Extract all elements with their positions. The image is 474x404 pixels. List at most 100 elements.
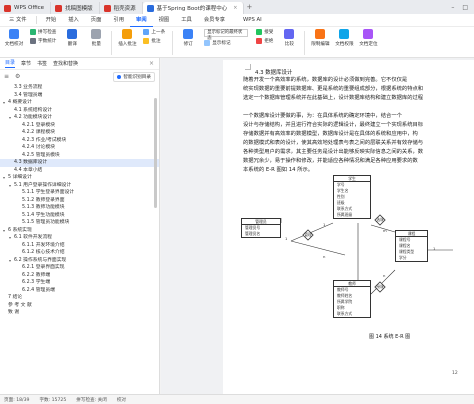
toc-item[interactable]: 4.2.5 管理员模块: [0, 152, 159, 160]
toc-item[interactable]: 4.1 系统结构设计: [0, 107, 159, 115]
maximize-icon[interactable]: □: [462, 4, 468, 11]
toc-item[interactable]: 3.4 管理员端: [0, 92, 159, 100]
toc-item[interactable]: ▾ 4.2 功能模块设计: [0, 114, 159, 122]
toc-item[interactable]: 6.1.1 开发环境介绍: [0, 242, 159, 250]
markup-icon: [204, 40, 211, 46]
track-changes-label: 修订: [183, 42, 193, 47]
doc-permission-button[interactable]: 文档权限: [333, 29, 355, 55]
tab-wps-office[interactable]: WPS Office: [0, 2, 52, 14]
translate-label: 翻译: [67, 42, 77, 47]
add-tab-button[interactable]: +: [244, 3, 254, 11]
close-icon[interactable]: ×: [149, 60, 154, 67]
toc-item[interactable]: ▾ 5.1 用户登录操作详细设计: [0, 182, 159, 190]
word-count-status[interactable]: 字数: 15725: [39, 397, 66, 403]
toc-item[interactable]: 6.2.3 学生端: [0, 279, 159, 287]
er-cardinality: m: [383, 228, 387, 233]
comment-menu-button[interactable]: 批注: [143, 38, 165, 44]
close-icon[interactable]: ×: [233, 5, 237, 11]
menu-home[interactable]: 开始: [40, 14, 63, 27]
toc-item-label: 4 概要设计: [8, 100, 32, 105]
smart-toc-label: 智能识别目录: [123, 74, 151, 80]
menu-file[interactable]: 三 文件: [3, 14, 33, 27]
comment-menu-label: 批注: [151, 39, 161, 44]
chevron-down-icon[interactable]: ▾: [9, 234, 11, 242]
toc-item[interactable]: 4.2.2 课程模块: [0, 129, 159, 137]
doc-check-button[interactable]: 文档校对: [3, 29, 25, 55]
doc-locate-button[interactable]: 文档定位: [357, 29, 379, 55]
menu-divider: [35, 16, 37, 24]
toc-item[interactable]: ▾ 6 系统实现: [0, 227, 159, 235]
settings-icon[interactable]: ⚙: [15, 73, 20, 80]
collapse-icon[interactable]: ≡: [4, 73, 9, 80]
reject-button[interactable]: 拒绝: [256, 38, 273, 44]
spellcheck-status[interactable]: 拼写检查: 关闭: [76, 397, 107, 403]
minimize-icon[interactable]: –: [451, 4, 454, 11]
word-count-icon: [30, 38, 36, 44]
toc-item[interactable]: 3.3 业务流程: [0, 84, 159, 92]
chevron-down-icon[interactable]: ▾: [9, 114, 11, 122]
toc-item[interactable]: 6.2.2 教师端: [0, 272, 159, 280]
page-indicator[interactable]: 页面: 18/39: [4, 397, 29, 403]
track-changes-button[interactable]: 修订: [177, 29, 199, 55]
batch-button[interactable]: 批量: [85, 29, 107, 55]
toc-item[interactable]: 5.1.2 教师登录界面: [0, 197, 159, 205]
tab-resources[interactable]: 稻壳资源: [100, 2, 143, 14]
menu-tools[interactable]: 工具: [175, 14, 198, 27]
chevron-down-icon[interactable]: ▾: [3, 99, 5, 107]
toc-item[interactable]: 5.1.4 学生功能模块: [0, 212, 159, 220]
chevron-down-icon[interactable]: ▾: [3, 174, 5, 182]
nav-scrollbar[interactable]: [154, 98, 157, 208]
restrict-edit-button[interactable]: 限制编辑: [309, 29, 331, 55]
toc-item[interactable]: ▾ 4 概要设计: [0, 99, 159, 107]
nav-tab-bookmarks[interactable]: 书签: [37, 60, 47, 67]
toc-item[interactable]: 4.3 数据库设计: [0, 159, 159, 167]
toc-item[interactable]: 致 谢: [0, 309, 159, 317]
accept-group: 接受 拒绝: [253, 29, 276, 55]
tab-templates[interactable]: 找稿图模版: [51, 2, 100, 14]
menu-view[interactable]: 视图: [153, 14, 176, 27]
toc-item[interactable]: 参 考 文 献: [0, 302, 159, 310]
smart-toc-button[interactable]: 智能识别目录: [113, 71, 155, 82]
compare-button[interactable]: 比较: [278, 29, 300, 55]
menu-references[interactable]: 引用: [107, 14, 130, 27]
menu-member[interactable]: 会员专享: [198, 14, 231, 27]
spell-check-button[interactable]: 拼写检查: [30, 29, 56, 35]
nav-tab-find-replace[interactable]: 查找和替换: [53, 60, 78, 67]
restrict-edit-label: 限制编辑: [311, 42, 330, 47]
tab-document[interactable]: 基于Spring Boot的课程中心 ×: [142, 2, 245, 14]
display-markup-button[interactable]: 显示标记: [204, 40, 248, 46]
toc-item[interactable]: 5.1.3 教师功能模块: [0, 204, 159, 212]
toc-item[interactable]: 5.1.5 管理员功能模块: [0, 219, 159, 227]
chevron-down-icon[interactable]: ▾: [9, 182, 11, 190]
menu-page[interactable]: 页面: [85, 14, 108, 27]
nav-tab-chapters[interactable]: 章节: [21, 60, 31, 67]
translate-button[interactable]: 翻译: [61, 29, 83, 55]
toc-item[interactable]: 6.2.4 管理员端: [0, 287, 159, 295]
display-mode-select[interactable]: 显示标记的最终状态: [204, 29, 249, 41]
toc-item-label: 7 结论: [8, 295, 23, 300]
toc-item[interactable]: 4.4 本章小结: [0, 167, 159, 175]
er-cardinality: 1: [323, 222, 326, 227]
menu-insert[interactable]: 插入: [62, 14, 85, 27]
toc-item[interactable]: ▾ 6.2 操作系统与界面实现: [0, 257, 159, 265]
toc-item[interactable]: 4.2.1 登录模块: [0, 122, 159, 130]
chevron-down-icon[interactable]: ▾: [3, 227, 5, 235]
wps-ai-button[interactable]: WPS AI: [237, 14, 268, 27]
toc-item[interactable]: ▾ 6.1 软件开发流程: [0, 234, 159, 242]
toc-item[interactable]: 4.2.4 讨论模块: [0, 144, 159, 152]
document-page[interactable]: 4.3 数据库设计 随着开发一个高效率的系统，数据库的设计必须做到完善。它不仅仅…: [223, 60, 474, 394]
toc-item[interactable]: 5.1.1 学生登录界面设计: [0, 189, 159, 197]
toc-item[interactable]: 4.2.3 作业/考试模块: [0, 137, 159, 145]
prev-comment-button[interactable]: 上一条: [143, 29, 165, 35]
menu-review[interactable]: 审阅: [130, 14, 153, 27]
proof-status[interactable]: 校对: [117, 397, 126, 403]
toc-item[interactable]: ▾ 5 详细设计: [0, 174, 159, 182]
chevron-down-icon[interactable]: ▾: [9, 257, 11, 265]
word-count-button[interactable]: 字数统计: [30, 38, 56, 44]
insert-comment-button[interactable]: 插入批注: [116, 29, 138, 55]
toc-item[interactable]: 6.1.2 核心技术介绍: [0, 249, 159, 257]
toc-item[interactable]: 7 结论: [0, 294, 159, 302]
nav-tab-toc[interactable]: 目录: [5, 59, 16, 68]
accept-button[interactable]: 接受: [256, 29, 273, 35]
toc-item[interactable]: 6.2.1 登录界面实现: [0, 264, 159, 272]
